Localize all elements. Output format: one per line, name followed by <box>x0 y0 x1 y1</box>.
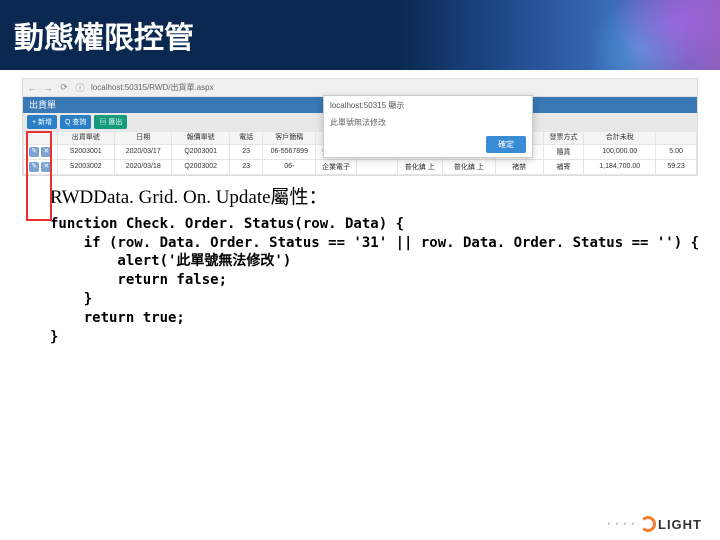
cell-shipno: S2003001 <box>57 144 114 159</box>
cell-fax: 企業電子 <box>316 159 357 174</box>
cell-person: 普化鎮 上 <box>397 159 443 174</box>
row-actions: ✎✕ <box>24 144 58 159</box>
col-quote: 報價單號 <box>172 132 229 145</box>
back-icon[interactable]: ← <box>27 83 37 93</box>
cell-cust: 06- <box>263 159 316 174</box>
slide-title: 動態權限控管 <box>14 13 194 57</box>
forward-icon[interactable]: → <box>43 83 53 93</box>
col-inv: 發票方式 <box>543 132 584 145</box>
code-line: alert('此單號無法修改') <box>50 253 291 269</box>
alert-footer: 確定 <box>324 132 532 157</box>
col-shipno: 出貨單號 <box>57 132 114 145</box>
edit-icon[interactable]: ✎ <box>29 147 39 157</box>
slide-header: 動態權限控管 <box>0 0 720 70</box>
alert-header: localhost:50315 顯示 <box>324 96 532 115</box>
code-line: function Check. Order. Status(row. Data)… <box>50 216 404 232</box>
cell-tax: 59.23 <box>656 159 697 174</box>
col-tax <box>656 132 697 145</box>
export-button[interactable]: ▤ 匯出 <box>94 115 127 129</box>
cell-shipno: S2003002 <box>57 159 114 174</box>
cell-tel: 23 <box>229 144 263 159</box>
code-line: } <box>50 329 58 345</box>
edit-icon[interactable]: ✎ <box>29 162 39 172</box>
col-date: 日期 <box>114 132 171 145</box>
cell-tax: 5.00 <box>656 144 697 159</box>
code-snippet: function Check. Order. Status(row. Data)… <box>50 215 670 347</box>
code-line: return false; <box>50 272 227 288</box>
add-button[interactable]: + 新增 <box>27 115 57 129</box>
caption-text: RWDData. Grid. On. Update屬性： <box>50 182 670 209</box>
table-row: ✎✕ S2003002 2020/03/18 Q2003002 23 06- 企… <box>24 159 697 174</box>
alert-dialog: localhost:50315 顯示 此單號無法修改 確定 <box>323 95 533 158</box>
row-actions: ✎✕ <box>24 159 58 174</box>
dots-icon: · · · · <box>607 519 636 530</box>
url-text: localhost:50315/RWD/出貨單.aspx <box>91 82 214 93</box>
cell-inv: 隨貨 <box>543 144 584 159</box>
delete-icon[interactable]: ✕ <box>41 147 51 157</box>
delete-icon[interactable]: ✕ <box>41 162 51 172</box>
reload-icon[interactable]: ⟳ <box>59 83 69 93</box>
code-line: if (row. Data. Order. Status == '31' || … <box>50 235 699 251</box>
cell-ym: 褚禁 <box>495 159 543 174</box>
cell-tel: 23 <box>229 159 263 174</box>
info-icon: ⓘ <box>75 83 85 93</box>
cell-ship: 普化鎮 上 <box>443 159 496 174</box>
cell-quote: Q2003002 <box>172 159 229 174</box>
col-cust: 客戶簡稱 <box>263 132 316 145</box>
code-line: return true; <box>50 310 185 326</box>
cell-inv: 補寄 <box>543 159 584 174</box>
col-actions <box>24 132 58 145</box>
cell-addr <box>356 159 397 174</box>
search-button[interactable]: Q 查詢 <box>60 115 91 129</box>
swirl-icon <box>640 516 656 532</box>
browser-screenshot: ← → ⟳ ⓘ localhost:50315/RWD/出貨單.aspx 出貨單… <box>22 78 698 176</box>
col-subtotal: 合計未稅 <box>584 132 656 145</box>
alert-body: 此單號無法修改 <box>324 115 532 132</box>
cell-date: 2020/03/18 <box>114 159 171 174</box>
col-tel: 電話 <box>229 132 263 145</box>
cell-subtotal: 1,184,700.00 <box>584 159 656 174</box>
alert-ok-button[interactable]: 確定 <box>486 136 526 153</box>
code-line: } <box>50 291 92 307</box>
cell-quote: Q2003001 <box>172 144 229 159</box>
brand-text: LIGHT <box>658 517 702 532</box>
footer-logo: · · · · LIGHT <box>607 516 702 532</box>
cell-cust: 06-5567899 <box>263 144 316 159</box>
cell-subtotal: 100,000.00 <box>584 144 656 159</box>
cell-date: 2020/03/17 <box>114 144 171 159</box>
